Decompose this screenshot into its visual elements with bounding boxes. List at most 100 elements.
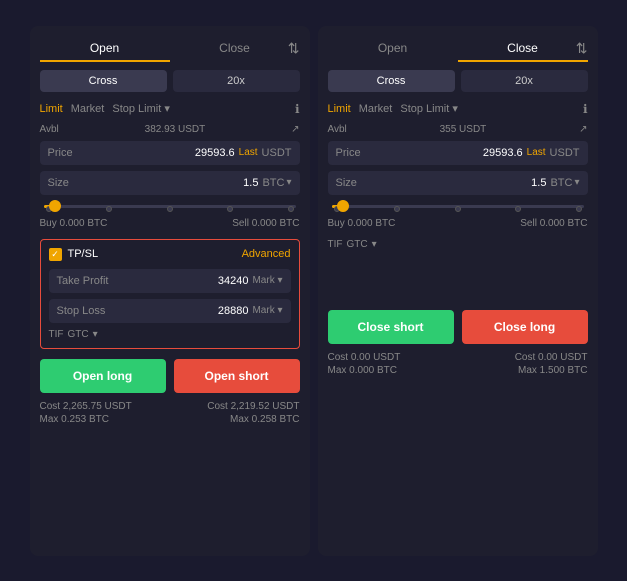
stop-loss-value: 28880	[218, 305, 249, 317]
checkmark-icon: ✓	[51, 249, 59, 260]
right-tab-bar: Open Close ⇅	[328, 36, 588, 62]
right-size-dropdown[interactable]: ▾	[574, 177, 579, 188]
left-cost-long: Cost 2,265.75 USDT Max 0.253 BTC	[40, 401, 132, 427]
left-size-row[interactable]: Size 1.5 BTC ▾	[40, 171, 300, 195]
right-cost-short-label: Cost 0.00 USDT	[328, 352, 401, 363]
right-slider-dot-4	[576, 206, 582, 212]
right-tif-value[interactable]: GTC	[347, 239, 368, 250]
left-mode-row: Cross 20x	[40, 70, 300, 92]
market-type[interactable]: Market	[71, 103, 105, 115]
right-slider-dot-3	[515, 206, 521, 212]
tpsl-header: ✓ TP/SL Advanced	[49, 248, 291, 261]
right-price-value: 29593.6	[483, 147, 523, 159]
left-avbl-row: Avbl 382.93 USDT ↗	[40, 124, 300, 135]
right-cost-short: Cost 0.00 USDT Max 0.000 BTC	[328, 352, 401, 378]
tpsl-checkbox[interactable]: ✓	[49, 248, 62, 261]
right-tif-dropdown[interactable]: ▾	[372, 239, 377, 250]
avbl-icon: ↗	[291, 124, 299, 135]
take-profit-row[interactable]: Take Profit 34240 Mark ▾	[49, 269, 291, 293]
right-tif-label: TIF	[328, 239, 343, 250]
take-profit-label: Take Profit	[57, 275, 218, 287]
left-price-row[interactable]: Price 29593.6 Last USDT	[40, 141, 300, 165]
right-action-buttons: Close short Close long	[328, 310, 588, 344]
order-types-row: Limit Market Stop Limit ▾ ℹ	[40, 102, 300, 116]
right-slider[interactable]	[328, 205, 588, 208]
stop-loss-row[interactable]: Stop Loss 28880 Mark ▾	[49, 299, 291, 323]
right-avbl-label: Avbl	[328, 124, 347, 135]
right-tab-close[interactable]: Close	[458, 36, 588, 62]
right-size-label: Size	[336, 177, 532, 189]
right-buy-sell-row: Buy 0.000 BTC Sell 0.000 BTC	[328, 218, 588, 229]
right-price-currency: USDT	[550, 147, 580, 159]
tpsl-left: ✓ TP/SL	[49, 248, 99, 261]
tif-dropdown[interactable]: ▾	[93, 329, 98, 340]
right-limit-type[interactable]: Limit	[328, 103, 351, 115]
price-value: 29593.6	[195, 147, 235, 159]
stop-loss-type[interactable]: Mark ▾	[252, 305, 282, 316]
left-tab-open[interactable]: Open	[40, 36, 170, 62]
right-cost-long-label: Cost 0.00 USDT	[515, 352, 588, 363]
close-short-button[interactable]: Close short	[328, 310, 454, 344]
leverage-button[interactable]: 20x	[173, 70, 300, 92]
stop-limit-type[interactable]: Stop Limit ▾	[112, 102, 170, 115]
tab-sort-icon: ⇅	[288, 40, 300, 57]
right-order-types-row: Limit Market Stop Limit ▾ ℹ	[328, 102, 588, 116]
size-dropdown[interactable]: ▾	[286, 177, 291, 188]
tif-value[interactable]: GTC	[68, 329, 89, 340]
left-tab-close[interactable]: Close	[170, 36, 300, 62]
left-cost-short: Cost 2,219.52 USDT Max 0.258 BTC	[207, 401, 299, 427]
right-leverage-button[interactable]: 20x	[461, 70, 588, 92]
right-cost-long: Cost 0.00 USDT Max 1.500 BTC	[515, 352, 588, 378]
stop-loss-label: Stop Loss	[57, 305, 218, 317]
cross-button[interactable]: Cross	[40, 70, 167, 92]
right-price-last: Last	[527, 147, 546, 158]
size-value: 1.5	[243, 177, 258, 189]
buy-sell-row: Buy 0.000 BTC Sell 0.000 BTC	[40, 218, 300, 229]
close-long-button[interactable]: Close long	[462, 310, 588, 344]
open-long-button[interactable]: Open long	[40, 359, 166, 393]
left-tab-bar: Open Close ⇅	[40, 36, 300, 62]
price-currency: USDT	[262, 147, 292, 159]
tpsl-section: ✓ TP/SL Advanced Take Profit 34240 Mark …	[40, 239, 300, 349]
cost-long-max: Max 0.253 BTC	[40, 414, 132, 425]
left-slider[interactable]	[40, 205, 300, 208]
right-tab-sort-icon: ⇅	[576, 40, 588, 57]
right-size-currency: BTC	[550, 177, 572, 189]
left-action-buttons: Open long Open short	[40, 359, 300, 393]
right-cross-button[interactable]: Cross	[328, 70, 455, 92]
slider-dot-3	[227, 206, 233, 212]
right-size-row[interactable]: Size 1.5 BTC ▾	[328, 171, 588, 195]
right-tab-open[interactable]: Open	[328, 36, 458, 62]
right-size-value: 1.5	[531, 177, 546, 189]
right-stop-limit-type[interactable]: Stop Limit ▾	[400, 102, 458, 115]
take-profit-type[interactable]: Mark ▾	[252, 275, 282, 286]
price-last: Last	[239, 147, 258, 158]
buy-label: Buy 0.000 BTC	[40, 218, 108, 229]
right-buy-label: Buy 0.000 BTC	[328, 218, 396, 229]
slider-dot-1	[106, 206, 112, 212]
slider-dot-2	[167, 206, 173, 212]
advanced-link[interactable]: Advanced	[242, 248, 291, 260]
right-slider-dot-1	[394, 206, 400, 212]
avbl-value: 382.93 USDT	[145, 124, 206, 135]
tpsl-label: TP/SL	[68, 248, 99, 260]
right-price-label: Price	[336, 147, 483, 159]
avbl-label: Avbl	[40, 124, 59, 135]
info-icon[interactable]: ℹ	[295, 102, 300, 116]
price-label: Price	[48, 147, 195, 159]
right-price-row[interactable]: Price 29593.6 Last USDT	[328, 141, 588, 165]
right-market-type[interactable]: Market	[359, 103, 393, 115]
right-panel: Open Close ⇅ Cross 20x Limit Market Stop…	[318, 26, 598, 556]
take-profit-value: 34240	[218, 275, 249, 287]
right-sell-label: Sell 0.000 BTC	[520, 218, 587, 229]
cost-long-label: Cost 2,265.75 USDT	[40, 401, 132, 412]
right-info-icon[interactable]: ℹ	[583, 102, 588, 116]
cost-short-max: Max 0.258 BTC	[207, 414, 299, 425]
right-avbl-icon: ↗	[579, 124, 587, 135]
limit-type[interactable]: Limit	[40, 103, 63, 115]
slider-dot-4	[288, 206, 294, 212]
tif-label: TIF	[49, 329, 64, 340]
size-label: Size	[48, 177, 244, 189]
right-cost-long-max: Max 1.500 BTC	[515, 365, 588, 376]
open-short-button[interactable]: Open short	[174, 359, 300, 393]
